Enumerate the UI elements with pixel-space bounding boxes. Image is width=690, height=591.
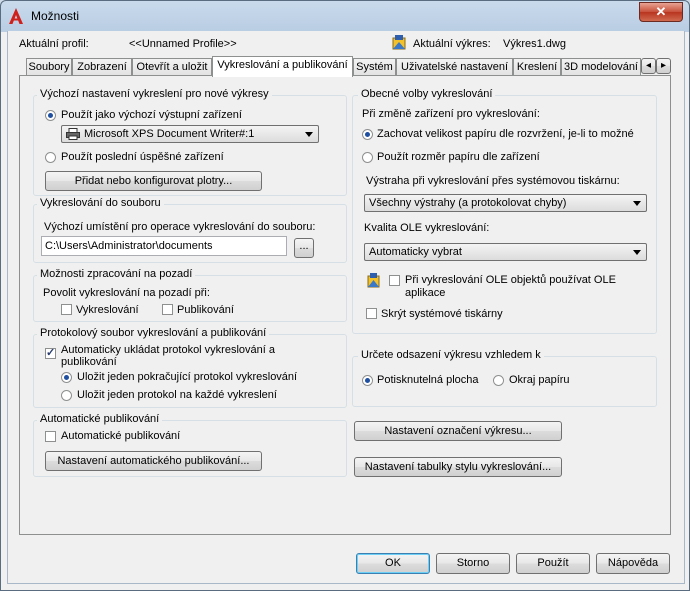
- close-button[interactable]: ✕: [639, 2, 683, 22]
- default-device-radio[interactable]: [45, 110, 56, 121]
- log-file-group-title: Protokolový soubor vykreslování a publik…: [37, 327, 270, 339]
- paper-edge-label: Okraj papíru: [509, 374, 570, 386]
- plot-style-table-settings-button[interactable]: Nastavení tabulky stylu vykreslování...: [354, 457, 562, 477]
- auto-save-log-label: Automaticky ukládat protokol vykreslován…: [61, 344, 275, 368]
- background-enable-label: Povolit vykreslování na pozadí při:: [43, 287, 210, 299]
- cancel-button[interactable]: Storno: [436, 553, 510, 574]
- printer-icon: [66, 128, 80, 140]
- plot-location-label: Výchozí umístění pro operace vykreslován…: [44, 221, 316, 233]
- background-processing-group-title: Možnosti zpracování na pozadí: [37, 268, 196, 280]
- auto-publish-label: Automatické publikování: [61, 430, 181, 442]
- auto-publish-checkbox[interactable]: [45, 431, 56, 442]
- tab-kresleni[interactable]: Kreslení: [513, 58, 561, 75]
- per-plot-log-label: Uložit jeden protokol na každé vykreslen…: [77, 389, 277, 401]
- system-printer-warning-value: Všechny výstrahy (a protokolovat chyby): [369, 197, 567, 209]
- ole-application-label: Při vykreslování OLE objektů používat OL…: [405, 274, 616, 299]
- keep-paper-size-label: Zachovat velikost papíru dle rozvržení, …: [377, 128, 634, 140]
- autocad-logo-icon: [9, 8, 23, 24]
- current-drawing-value: Výkres1.dwg: [503, 38, 566, 50]
- chevron-right-icon: ▸: [660, 60, 667, 71]
- plot-location-value: C:\Users\Administrator\documents: [45, 240, 213, 252]
- system-printer-warning-select[interactable]: Všechny výstrahy (a protokolovat chyby): [364, 194, 647, 212]
- ole-quality-select[interactable]: Automaticky vybrat: [364, 243, 647, 261]
- tab-label: Soubory: [28, 61, 70, 73]
- printable-area-label: Potisknutelná plocha: [377, 374, 479, 386]
- ole-object-icon: [367, 273, 380, 288]
- tab-label: Zobrazení: [77, 61, 127, 73]
- default-device-label: Použít jako výchozí výstupní zařízení: [61, 109, 242, 121]
- chevron-left-icon: ◂: [645, 60, 652, 71]
- device-paper-size-radio[interactable]: [362, 152, 373, 163]
- continuous-log-label: Uložit jeden pokračující protokol vykres…: [77, 371, 298, 383]
- tab-label: 3D modelování: [564, 61, 638, 73]
- title-bar: Možnosti ✕: [1, 1, 689, 31]
- tab-3d-modelovani[interactable]: 3D modelování: [561, 58, 641, 75]
- add-plotter-button[interactable]: Přidat nebo konfigurovat plotry...: [45, 171, 262, 191]
- tab-otevrit-ulozit[interactable]: Otevřít a uložit: [132, 58, 212, 75]
- background-plotting-label: Vykreslování: [76, 304, 139, 316]
- auto-publish-group-title: Automatické publikování: [37, 413, 163, 425]
- ok-button[interactable]: OK: [356, 553, 430, 574]
- chevron-down-icon: [633, 250, 641, 255]
- auto-publish-settings-button[interactable]: Nastavení automatického publikování...: [45, 451, 262, 471]
- printable-area-radio[interactable]: [362, 375, 373, 386]
- keep-paper-size-radio[interactable]: [362, 129, 373, 140]
- plot-offset-group-title: Určete odsazení výkresu vzhledem k: [358, 349, 544, 361]
- output-device-value: Microsoft XPS Document Writer#:1: [84, 128, 255, 140]
- plot-location-input[interactable]: C:\Users\Administrator\documents: [41, 236, 287, 256]
- current-drawing-label: Aktuální výkres:: [413, 38, 491, 50]
- drawing-icon: [392, 35, 406, 50]
- tab-scroll-left-button[interactable]: ◂: [641, 58, 656, 74]
- chevron-down-icon: [633, 201, 641, 206]
- last-device-label: Použít poslední úspěšné zařízení: [61, 151, 224, 163]
- browse-location-button[interactable]: ...: [294, 238, 314, 258]
- ole-quality-label: Kvalita OLE vykreslování:: [364, 222, 490, 234]
- tab-system[interactable]: Systém: [353, 58, 396, 75]
- system-printer-warning-label: Výstraha při vykreslování přes systémovo…: [366, 175, 620, 187]
- tab-label: Systém: [356, 61, 393, 73]
- tab-label: Kreslení: [516, 61, 558, 73]
- plot-to-file-group-title: Vykreslování do souboru: [37, 197, 164, 209]
- last-device-radio[interactable]: [45, 152, 56, 163]
- close-icon: ✕: [655, 4, 667, 19]
- ole-application-checkbox[interactable]: [389, 275, 400, 286]
- background-plotting-checkbox[interactable]: [61, 304, 72, 315]
- current-profile-label: Aktuální profil:: [19, 38, 89, 50]
- default-output-group-title: Výchozí nastavení vykreslení pro nové vý…: [37, 88, 272, 100]
- paper-edge-radio[interactable]: [493, 375, 504, 386]
- tab-zobrazeni[interactable]: Zobrazení: [72, 58, 132, 75]
- window-title: Možnosti: [31, 9, 80, 23]
- chevron-down-icon: [305, 132, 313, 137]
- general-options-group-title: Obecné volby vykreslování: [358, 88, 496, 100]
- tab-vykreslovani-publikovani[interactable]: Vykreslování a publikování: [212, 56, 353, 77]
- auto-save-log-checkbox[interactable]: [45, 346, 56, 359]
- background-publishing-checkbox[interactable]: [162, 304, 173, 315]
- hide-system-printers-label: Skrýt systémové tiskárny: [381, 308, 503, 320]
- plot-stamp-settings-button[interactable]: Nastavení označení výkresu...: [354, 421, 562, 441]
- output-device-select[interactable]: Microsoft XPS Document Writer#:1: [61, 125, 319, 143]
- device-paper-size-label: Použít rozměr papíru dle zařízení: [377, 151, 540, 163]
- tab-label: Uživatelské nastavení: [401, 61, 508, 73]
- background-publishing-label: Publikování: [177, 304, 234, 316]
- ole-quality-value: Automaticky vybrat: [369, 246, 462, 258]
- help-button[interactable]: Nápověda: [596, 553, 670, 574]
- per-plot-log-radio[interactable]: [61, 390, 72, 401]
- hide-system-printers-checkbox[interactable]: [366, 308, 377, 319]
- continuous-log-radio[interactable]: [61, 372, 72, 383]
- tab-label: Vykreslování a publikování: [217, 59, 348, 71]
- tab-soubory[interactable]: Soubory: [26, 58, 72, 75]
- apply-button[interactable]: Použít: [516, 553, 590, 574]
- tab-uzivatelske-nastaveni[interactable]: Uživatelské nastavení: [396, 58, 513, 75]
- device-change-label: Při změně zařízení pro vykreslování:: [362, 108, 540, 120]
- tab-label: Otevřít a uložit: [136, 61, 208, 73]
- current-profile-value: <<Unnamed Profile>>: [129, 38, 237, 50]
- tab-scroll-right-button[interactable]: ▸: [656, 58, 671, 74]
